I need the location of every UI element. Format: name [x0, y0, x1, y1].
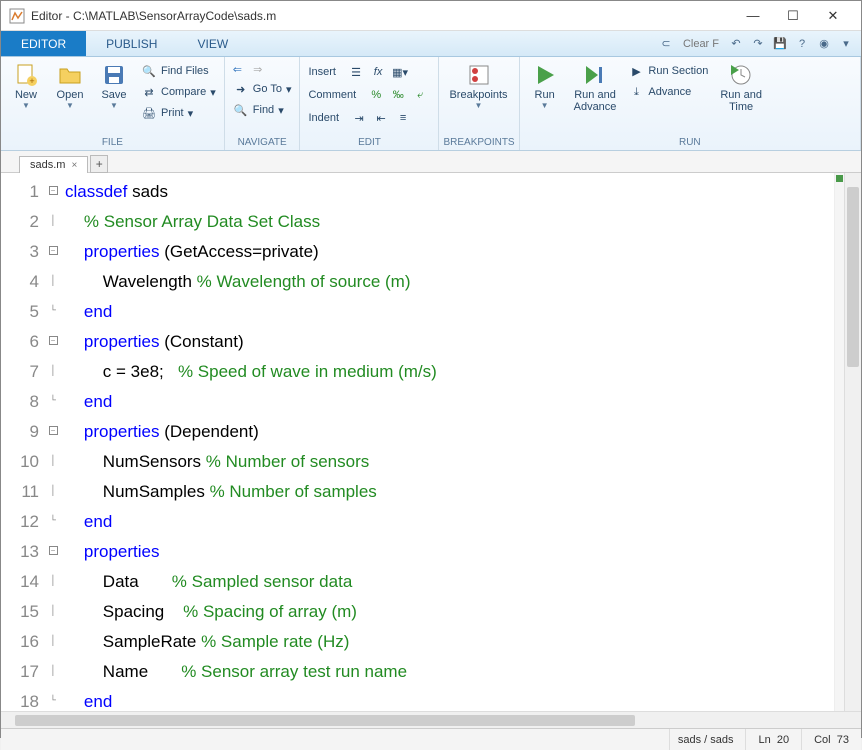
- tab-editor[interactable]: EDITOR: [1, 31, 86, 56]
- search-icon[interactable]: ⊂: [657, 35, 675, 53]
- find-files-icon: 🔍: [141, 63, 157, 79]
- vertical-scrollbar-thumb[interactable]: [847, 187, 859, 367]
- wrap-comment-icon[interactable]: ⤶: [411, 86, 429, 104]
- line-number-gutter: 123456789101112131415161718: [1, 173, 45, 711]
- breakpoints-button[interactable]: Breakpoints▼: [443, 59, 513, 112]
- find-files-button[interactable]: 🔍Find Files: [137, 61, 220, 81]
- ribbon-tabstrip: EDITOR PUBLISH VIEW ⊂ Clear F ↶ ↷ 💾 ? ◉ …: [1, 31, 861, 57]
- indent-icon[interactable]: ⇥: [350, 109, 368, 127]
- code-area[interactable]: classdef sads % Sensor Array Data Set Cl…: [61, 173, 834, 711]
- breakpoints-icon: [467, 63, 491, 87]
- minimize-button[interactable]: —: [733, 2, 773, 30]
- insert-section-icon[interactable]: ☰: [347, 63, 365, 81]
- goto-button[interactable]: ➜Go To ▾: [229, 79, 296, 99]
- ribbon: + New▼ Open▼ Save▼ 🔍Find Files ⇄Compare …: [1, 57, 861, 151]
- close-button[interactable]: ✕: [813, 2, 853, 30]
- print-button[interactable]: 🖨Print ▾: [137, 103, 220, 123]
- insert-row[interactable]: Insert ☰ fx ▦▾: [304, 61, 434, 83]
- status-line: Ln 20: [745, 729, 801, 750]
- status-col: Col 73: [801, 729, 861, 750]
- close-tab-icon[interactable]: ×: [71, 160, 77, 171]
- uncomment-icon[interactable]: ‰: [389, 86, 407, 104]
- code-indicator-strip: [834, 173, 844, 711]
- run-section-icon: ▶: [628, 63, 644, 79]
- undo-icon[interactable]: ↶: [727, 35, 745, 53]
- goto-icon: ➜: [233, 81, 249, 97]
- save-button[interactable]: Save▼: [93, 59, 135, 112]
- ribbon-group-edit: Insert ☰ fx ▦▾ Comment % ‰ ⤶ Indent ⇥ ⇤ …: [300, 57, 439, 150]
- ribbon-group-navigate: ⇐ ⇒ ➜Go To ▾ 🔍Find ▾ NAVIGATE: [225, 57, 301, 150]
- maximize-button[interactable]: ☐: [773, 2, 813, 30]
- nav-back-button[interactable]: ⇐ ⇒: [229, 61, 296, 78]
- compare-icon: ⇄: [141, 84, 157, 100]
- minimize-ribbon-icon[interactable]: ◉: [815, 35, 833, 53]
- print-icon: 🖨: [141, 105, 157, 121]
- smart-indent-icon[interactable]: ≡: [394, 109, 412, 127]
- tab-publish[interactable]: PUBLISH: [86, 31, 177, 56]
- vertical-scrollbar[interactable]: [844, 173, 861, 711]
- code-editor[interactable]: 123456789101112131415161718 −│−│└−│└−││└…: [1, 173, 861, 711]
- app-icon: [9, 8, 25, 24]
- arrow-right-icon: ⇒: [253, 63, 262, 76]
- horizontal-scrollbar-thumb[interactable]: [15, 715, 635, 726]
- document-tab-bar: sads.m × +: [1, 151, 861, 173]
- window-title: Editor - C:\MATLAB\SensorArrayCode\sads.…: [31, 9, 733, 23]
- compare-button[interactable]: ⇄Compare ▾: [137, 82, 220, 102]
- tab-view[interactable]: VIEW: [177, 31, 248, 56]
- document-tab[interactable]: sads.m ×: [19, 156, 88, 173]
- status-function-path: sads / sads: [669, 729, 746, 750]
- find-button[interactable]: 🔍Find ▾: [229, 100, 296, 120]
- title-bar: Editor - C:\MATLAB\SensorArrayCode\sads.…: [1, 1, 861, 31]
- new-icon: +: [14, 63, 38, 87]
- code-ok-mark: [836, 175, 843, 182]
- arrow-left-icon: ⇐: [233, 63, 242, 76]
- add-tab-button[interactable]: +: [90, 155, 108, 173]
- open-icon: [58, 63, 82, 87]
- new-button[interactable]: + New▼: [5, 59, 47, 112]
- dock-icon[interactable]: ▾: [837, 35, 855, 53]
- run-time-button[interactable]: Run and Time: [714, 59, 768, 115]
- ribbon-group-breakpoints: Breakpoints▼ BREAKPOINTS: [439, 57, 519, 150]
- advance-button[interactable]: ⤓Advance: [624, 82, 712, 102]
- outdent-icon[interactable]: ⇤: [372, 109, 390, 127]
- search-input[interactable]: Clear F: [679, 37, 723, 51]
- run-button[interactable]: Run▼: [524, 59, 566, 112]
- ribbon-group-run: Run▼ Run and Advance ▶Run Section ⤓Advan…: [520, 57, 861, 150]
- run-icon: [533, 63, 557, 87]
- comment-icon[interactable]: %: [367, 86, 385, 104]
- run-time-icon: [729, 63, 753, 87]
- run-advance-button[interactable]: Run and Advance: [568, 59, 623, 115]
- horizontal-scrollbar[interactable]: [1, 711, 861, 728]
- run-advance-icon: [583, 63, 607, 87]
- fold-gutter[interactable]: −│−│└−│└−││└−││││└: [45, 173, 61, 711]
- find-icon: 🔍: [233, 102, 249, 118]
- indent-row[interactable]: Indent ⇥ ⇤ ≡: [304, 107, 434, 129]
- save-icon[interactable]: 💾: [771, 35, 789, 53]
- ribbon-group-file: + New▼ Open▼ Save▼ 🔍Find Files ⇄Compare …: [1, 57, 225, 150]
- help-icon[interactable]: ?: [793, 35, 811, 53]
- insert-fx-icon[interactable]: fx: [369, 63, 387, 81]
- quick-access-toolbar: ⊂ Clear F ↶ ↷ 💾 ? ◉ ▾: [657, 31, 861, 56]
- svg-text:+: +: [29, 76, 34, 86]
- insert-var-icon[interactable]: ▦▾: [391, 63, 409, 81]
- advance-icon: ⤓: [628, 84, 644, 100]
- open-button[interactable]: Open▼: [49, 59, 91, 112]
- redo-icon[interactable]: ↷: [749, 35, 767, 53]
- status-bar: sads / sads Ln 20 Col 73: [1, 728, 861, 750]
- save-icon: [102, 63, 126, 87]
- run-section-button[interactable]: ▶Run Section: [624, 61, 712, 81]
- comment-row[interactable]: Comment % ‰ ⤶: [304, 84, 434, 106]
